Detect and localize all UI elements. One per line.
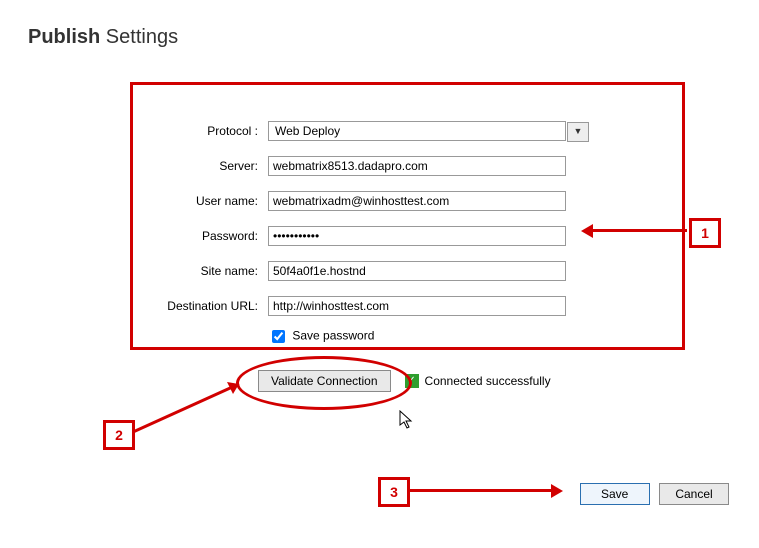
row-sitename: Site name: [133, 261, 682, 283]
cancel-button[interactable]: Cancel [659, 483, 729, 505]
row-savepwd: Save password [133, 325, 682, 347]
annotation-arrow-1 [592, 229, 687, 232]
protocol-select[interactable]: Web Deploy ▼ [268, 121, 566, 141]
footer-buttons: Save Cancel [574, 483, 729, 505]
label-password: Password: [153, 229, 258, 243]
annotation-arrowhead-1 [581, 224, 593, 238]
dialog-title: Publish Settings [28, 26, 178, 49]
savepwd-checkbox[interactable] [272, 330, 285, 343]
row-desturl: Destination URL: [133, 296, 682, 318]
annotation-callout-3: 3 [378, 477, 410, 507]
check-icon: ✓ [405, 374, 419, 388]
validate-area: Validate Connection ✓ Connected successf… [258, 370, 551, 392]
chevron-down-icon[interactable]: ▼ [567, 122, 589, 142]
savepwd-text: Save password [292, 329, 374, 343]
cursor-icon [399, 410, 415, 430]
row-protocol: Protocol : Web Deploy ▼ [133, 121, 682, 143]
annotation-arrow-2 [129, 376, 251, 436]
savepwd-label[interactable]: Save password [268, 327, 374, 346]
label-sitename: Site name: [153, 264, 258, 278]
row-server: Server: [133, 156, 682, 178]
status-text: Connected successfully [425, 374, 551, 388]
password-input[interactable] [268, 226, 566, 246]
username-input[interactable] [268, 191, 566, 211]
save-button[interactable]: Save [580, 483, 650, 505]
sitename-input[interactable] [268, 261, 566, 281]
protocol-value: Web Deploy [275, 124, 340, 138]
dialog-window: Publish Settings Protocol : Web Deploy ▼… [0, 0, 759, 548]
annotation-callout-1: 1 [689, 218, 721, 248]
title-bold: Publish [28, 26, 100, 48]
settings-panel-highlight: Protocol : Web Deploy ▼ Server: User nam… [130, 82, 685, 350]
annotation-arrowhead-3 [551, 484, 563, 498]
annotation-callout-2: 2 [103, 420, 135, 450]
label-protocol: Protocol : [153, 124, 258, 138]
title-rest: Settings [106, 26, 178, 48]
label-server: Server: [153, 159, 258, 173]
desturl-input[interactable] [268, 296, 566, 316]
label-desturl: Destination URL: [153, 299, 258, 313]
label-username: User name: [153, 194, 258, 208]
validate-button[interactable]: Validate Connection [258, 370, 391, 392]
annotation-arrow-3 [408, 489, 553, 492]
row-username: User name: [133, 191, 682, 213]
server-input[interactable] [268, 156, 566, 176]
